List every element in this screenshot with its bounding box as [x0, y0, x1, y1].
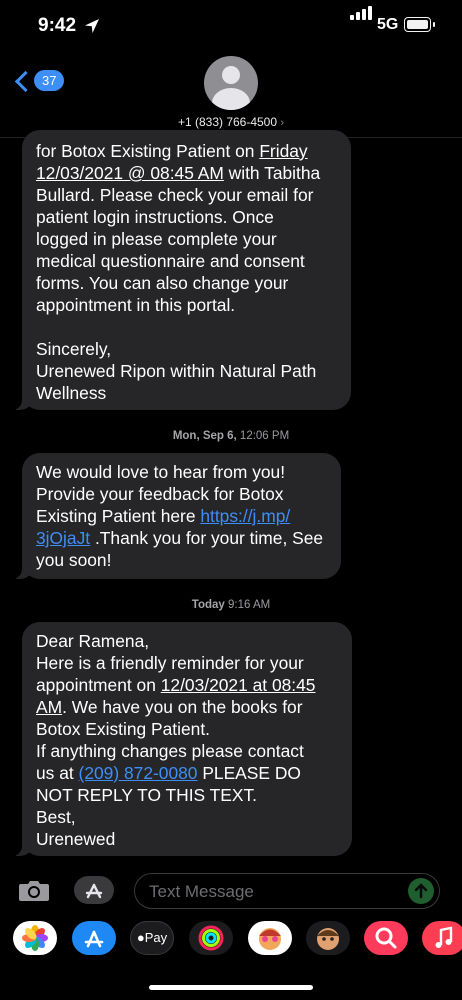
location-arrow-icon	[85, 19, 99, 33]
contact-name-button[interactable]: +1 (833) 766-4500 ›	[0, 115, 462, 129]
feedback-link[interactable]: https://j.mp/	[200, 506, 290, 526]
message-composer	[0, 868, 462, 916]
app-store-button[interactable]	[74, 876, 114, 904]
photos-icon[interactable]	[13, 921, 57, 955]
network-type: 5G	[377, 16, 399, 33]
memoji-icon[interactable]	[306, 921, 350, 955]
contact-avatar[interactable]	[204, 56, 258, 110]
message-bubble[interactable]: Dear Ramena, Here is a friendly reminder…	[6, 622, 352, 856]
unread-count-badge: 37	[34, 70, 65, 91]
message-field[interactable]	[134, 873, 440, 909]
contact-number: +1 (833) 766-4500	[177, 115, 278, 129]
home-indicator[interactable]	[149, 985, 313, 990]
text-message-input[interactable]	[147, 880, 391, 904]
date-link[interactable]: AM	[36, 697, 62, 717]
message-bubble[interactable]: for Botox Existing Patient on Friday 12/…	[6, 130, 351, 410]
date-link[interactable]: 12/03/2021 @ 08:45 AM	[36, 163, 224, 183]
apple-logo-icon: ●	[136, 930, 145, 945]
music-icon[interactable]	[422, 921, 462, 955]
message-timestamp: Mon, Sep 6, 12:06 PM	[172, 430, 290, 442]
chevron-left-icon	[14, 70, 37, 93]
battery-icon	[404, 17, 435, 32]
memoji-icon[interactable]	[248, 921, 292, 955]
feedback-link[interactable]: 3jOjaJt	[36, 528, 90, 548]
message-timestamp: Today 9:16 AM	[191, 599, 271, 611]
send-button[interactable]	[408, 878, 434, 904]
camera-icon[interactable]	[18, 878, 50, 902]
apple-pay-icon[interactable]: ●Pay	[130, 921, 174, 955]
app-store-icon	[85, 883, 103, 899]
fitness-icon[interactable]	[189, 921, 233, 955]
back-button[interactable]: 37	[14, 70, 65, 96]
chevron-right-icon: ›	[280, 117, 285, 129]
date-link[interactable]: Friday	[259, 141, 307, 161]
images-search-icon[interactable]	[364, 921, 408, 955]
message-bubble[interactable]: We would love to hear from you! Provide …	[6, 453, 341, 579]
status-bar: 9:42 5G	[0, 0, 462, 54]
date-link[interactable]: 12/03/2021 at 08:45	[161, 675, 316, 695]
status-time: 9:42	[38, 15, 77, 36]
app-store-icon[interactable]	[72, 921, 116, 955]
phone-link[interactable]: (209) 872-0080	[79, 763, 198, 783]
arrow-up-icon	[414, 883, 428, 899]
